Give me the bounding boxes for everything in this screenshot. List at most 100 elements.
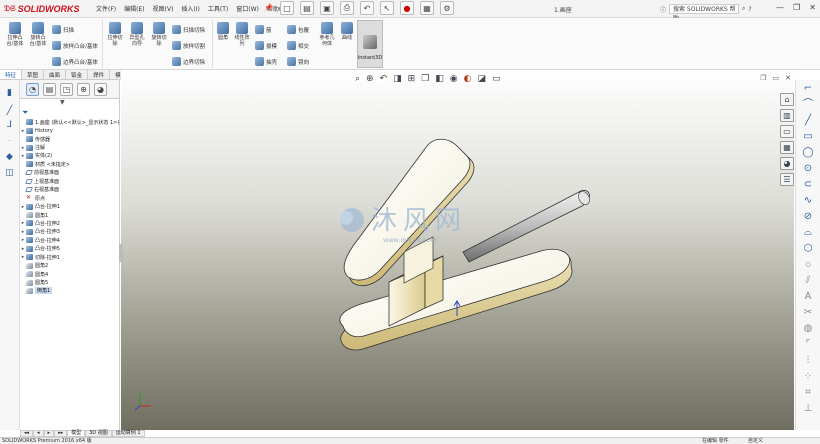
tree-node[interactable]: 传感器 [20,135,120,143]
graphics-area[interactable]: 沐风网 www.mfcad.com [121,70,794,430]
tree-node[interactable]: ▸ 注解 [20,143,120,151]
featuremanager-tab-icon[interactable]: ◔ [26,82,39,96]
home-icon[interactable]: ⌂ [780,93,794,106]
scroll-first-icon[interactable]: ◂◂ [20,430,34,437]
swept-cut-button[interactable]: 扫描切除 [172,25,205,34]
tree-node[interactable]: 圆角2 [20,261,120,269]
command-tab[interactable]: 特征 [0,70,23,79]
status-units[interactable]: 自定义 [748,438,763,444]
scroll-next-icon[interactable]: ▸ [43,430,55,437]
rebuild-icon[interactable]: ● [400,1,414,15]
open-icon[interactable]: ▤ [300,1,314,15]
polygon-arc-icon[interactable]: ⌓ [801,226,815,239]
command-tab[interactable]: 钣金 [66,70,89,79]
instant3d-button[interactable]: Instant3D [357,20,383,68]
hexagon-icon[interactable]: ⬡ [801,242,815,255]
view-settings-icon[interactable]: ▭ [492,74,501,84]
restore-icon[interactable]: ❐ [793,3,800,12]
view-orientation-icon[interactable]: ❒ [421,74,429,84]
viewport-tile-icon[interactable]: ▭ [773,74,780,82]
appearances-icon[interactable]: ◕ [780,157,794,170]
select-icon[interactable]: ↖ [380,1,394,15]
options-gear-icon[interactable]: ⚙ [440,1,454,15]
extrude-boss-button[interactable]: 拉伸凸 台/基体 [4,22,26,47]
apply-scene-icon[interactable]: ◪ [478,74,487,84]
extrude-cut-button[interactable]: 拉伸切 除 [104,22,126,47]
tree-node[interactable]: ▸ 凸台-拉伸5 [20,245,120,253]
tree-node[interactable]: 上视基准面 [20,177,120,185]
menu-item[interactable]: 窗口(W) [236,4,259,13]
draft-button[interactable]: 拔模 [255,41,277,50]
hole-wizard-button[interactable]: 异型孔 向导 [126,22,148,47]
new-document-icon[interactable]: □ [280,1,294,15]
tab-model[interactable]: 模型 [67,430,86,437]
tree-node[interactable]: 圆角4 [20,270,120,278]
search-icon[interactable]: ⌕ [742,5,745,13]
centerline-icon[interactable]: ⫽ [801,274,815,287]
ellipse-icon[interactable]: ⊘ [801,210,815,223]
tree-node[interactable]: ▸ 凸台-拉伸3 [20,228,120,236]
wrap-button[interactable]: 包覆 [287,25,309,34]
tab-motion-study[interactable]: 运动算例 1 [111,430,145,437]
configurationmanager-tab-icon[interactable]: ◳ [60,82,73,96]
edit-appearance-icon[interactable]: ◐ [464,74,472,84]
scroll-prev-icon[interactable]: ◂ [33,430,44,437]
tangent-arc-icon[interactable]: ⊙ [801,162,815,175]
tree-node[interactable]: ▸ History [20,126,120,134]
spline-icon[interactable]: ∿ [801,194,815,207]
revolve-boss-button[interactable]: 旋转凸 台/基体 [27,22,49,47]
corner-icon[interactable]: ⌐ [801,82,815,95]
menu-item[interactable]: 编辑(E) [124,4,144,13]
search-input[interactable]: 搜索 SOLIDWORKS 帮助 [669,4,740,22]
circle-icon[interactable]: ◯ [801,146,815,159]
command-tab[interactable]: 草图 [22,70,45,79]
pattern-icon[interactable]: ⁘ [801,370,815,383]
mirror-entities-icon[interactable]: ⫶ [801,354,815,367]
display-manager-tab-icon[interactable]: ◕ [94,82,107,96]
custom-properties-icon[interactable]: ☰ [780,173,794,186]
zoom-to-fit-icon[interactable]: ⌕ [355,74,360,84]
lofted-cut-button[interactable]: 放样切割 [172,41,205,50]
solidworks-logo[interactable]: 𝔇𝔖 SOLIDWORKS [4,3,80,15]
panel-collapse-handle[interactable] [119,244,123,262]
command-tab[interactable]: 曲面 [44,70,67,79]
point-icon[interactable]: · [4,136,15,147]
previous-view-icon[interactable]: ↶ [380,74,388,84]
file-properties-icon[interactable]: ▦ [420,1,434,15]
tree-node[interactable]: 材质 <未指定> [20,160,120,168]
undo-icon[interactable]: ↶ [360,1,374,15]
tree-node[interactable]: 倒角1 [20,287,120,295]
tree-node[interactable]: ✕ 原点 [20,194,120,202]
arc-icon[interactable]: ⌒ [801,98,815,111]
zoom-to-area-icon[interactable]: ⊕ [366,74,374,84]
tree-node[interactable]: ▸ 切除-拉伸1 [20,253,120,261]
intersect-button[interactable]: 相交 [287,41,309,50]
shell-button[interactable]: 抽壳 [255,57,277,66]
display-style-icon[interactable]: ◧ [435,74,444,84]
sweep-button[interactable]: 扫描 [52,25,74,34]
filter-icon[interactable]: ⏷ [22,108,28,118]
menu-item[interactable]: 文件(F) [96,4,116,13]
design-library-icon[interactable]: ▥ [780,109,794,122]
point-tool-icon[interactable]: ○ [801,258,815,271]
minimize-icon[interactable]: — [776,3,784,12]
plane-icon[interactable]: ◫ [4,168,15,179]
viewport-close-icon[interactable]: ✕ [785,74,791,82]
menu-item[interactable]: 工具(T) [208,4,228,13]
view-palette-icon[interactable]: ▦ [780,141,794,154]
boundary-cut-button[interactable]: 边界切除 [172,57,205,66]
hide-show-icon[interactable]: ◉ [450,74,458,84]
move-entities-icon[interactable]: ⌗ [801,386,815,399]
tab-3d-views[interactable]: 3D 视图 [85,430,112,437]
part-model[interactable] [121,70,794,430]
reference-geometry-button[interactable]: 参考几 何体 [317,22,337,47]
file-explorer-icon[interactable]: ▭ [780,125,794,138]
save-icon[interactable]: ▣ [320,1,334,15]
tree-node[interactable]: 圆角5 [20,278,120,286]
rectangle-icon[interactable]: ▭ [801,130,815,143]
threepoint-arc-icon[interactable]: ⊂ [801,178,815,191]
section-view-icon[interactable]: ◨ [393,74,402,84]
tree-node[interactable]: ▸ 凸台-拉伸2 [20,219,120,227]
mirror-button[interactable]: 镜向 [287,57,309,66]
text-tool-icon[interactable]: A [801,290,815,303]
